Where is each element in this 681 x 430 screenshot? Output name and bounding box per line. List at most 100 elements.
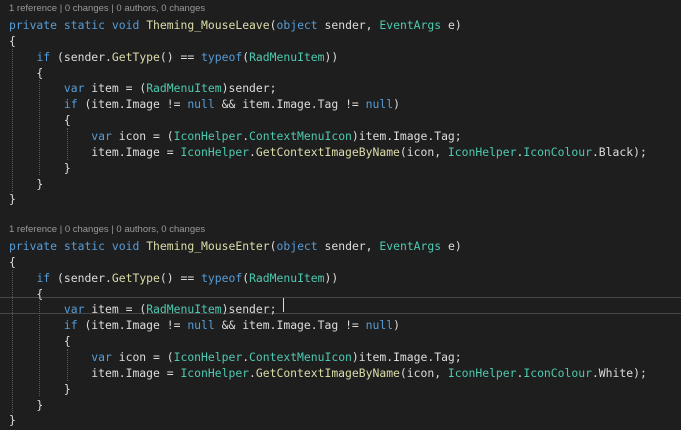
code-line[interactable]: if (item.Image != null && item.Image.Tag… [9, 96, 681, 112]
code-text: { [9, 286, 44, 301]
keyword-token: private [9, 239, 58, 253]
code-line[interactable]: } [9, 412, 681, 428]
code-line[interactable]: } [9, 160, 681, 176]
code-text: (icon, [399, 365, 448, 380]
code-line[interactable]: private static void Theming_MouseLeave(o… [9, 17, 681, 33]
code-text: )sender; [221, 81, 277, 96]
code-line[interactable]: { [9, 333, 681, 349]
code-text: .Black); [591, 144, 647, 159]
code-line[interactable]: } [9, 191, 681, 207]
code-text: ( [269, 18, 277, 32]
keyword-token: null [187, 97, 215, 112]
code-line[interactable]: if (item.Image != null && item.Image.Tag… [9, 317, 681, 333]
codelens-bar: 1 reference | 0 changes | 0 authors, 0 c… [9, 223, 681, 237]
code-text: (item.Image != [77, 318, 188, 333]
method-token: Theming_MouseLeave [146, 18, 270, 32]
code-line[interactable]: if (sender.GetType() == typeof(RadMenuIt… [9, 49, 681, 65]
keyword-token: typeof [201, 270, 243, 285]
type-token: IconHelper [173, 349, 243, 364]
type-token: RadMenuItem [249, 270, 325, 285]
code-text: )sender; [221, 302, 277, 317]
code-text: ( [269, 239, 277, 253]
code-text: ) [393, 318, 400, 333]
keyword-token: static [63, 18, 106, 32]
indent-guide [67, 349, 68, 381]
code-line[interactable]: var item = (RadMenuItem)sender; [9, 301, 681, 317]
keyword-token: var [91, 349, 112, 364]
code-text: () == [159, 49, 202, 64]
code-text: )) [324, 270, 339, 285]
keyword-token: object [276, 18, 318, 32]
type-token: IconColour [523, 365, 592, 380]
keyword-token: null [365, 97, 394, 112]
codelens-references[interactable]: 1 reference [9, 3, 57, 14]
codelens-authors[interactable]: 0 authors, 0 changes [116, 224, 205, 235]
type-token: RadMenuItem [146, 302, 222, 317]
keyword-token: void [111, 18, 140, 32]
code-line[interactable]: } [9, 381, 681, 397]
type-token: IconHelper [447, 365, 517, 380]
code-line[interactable]: var item = (RadMenuItem)sender; [9, 80, 681, 96]
code-line[interactable]: var icon = (IconHelper.ContextMenuIcon)i… [9, 349, 681, 365]
keyword-token: object [276, 239, 318, 253]
code-line[interactable]: } [9, 176, 681, 192]
code-text: . [249, 144, 256, 159]
code-text: (sender. [50, 270, 112, 285]
code-text: { [9, 33, 16, 48]
code-text: && item.Image.Tag != [214, 318, 366, 333]
keyword-token: if [36, 49, 51, 64]
code-line[interactable]: } [9, 397, 681, 413]
code-text: sender, [317, 239, 380, 253]
codelens-changes[interactable]: 0 changes [65, 3, 109, 14]
code-text: (icon, [399, 144, 448, 159]
code-editor[interactable]: 1 reference | 0 changes | 0 authors, 0 c… [0, 0, 681, 430]
code-text: (item.Image != [77, 97, 188, 112]
keyword-token: typeof [201, 49, 243, 64]
keyword-token: static [63, 239, 106, 253]
method-token: GetType [111, 270, 160, 285]
code-text: icon = ( [111, 349, 174, 364]
type-token: IconColour [523, 144, 592, 159]
code-line[interactable]: { [9, 65, 681, 81]
method-token: GetContextImageByName [255, 144, 400, 159]
code-line[interactable]: { [9, 286, 681, 302]
keyword-token: var [63, 302, 85, 317]
type-token: IconHelper [180, 365, 250, 380]
code-text: item = ( [84, 81, 147, 96]
code-line[interactable]: var icon = (IconHelper.ContextMenuIcon)i… [9, 128, 681, 144]
indent-guide [39, 301, 40, 396]
code-text: .White); [591, 365, 647, 380]
codelens-changes[interactable]: 0 changes [65, 224, 109, 235]
code-text: } [9, 192, 16, 207]
code-line[interactable]: private static void Theming_MouseEnter(o… [9, 238, 681, 254]
code-text: { [9, 65, 44, 80]
code-line[interactable]: { [9, 112, 681, 128]
codelens-references[interactable]: 1 reference [9, 224, 57, 235]
code-line[interactable]: { [9, 254, 681, 270]
keyword-token: if [36, 270, 51, 285]
code-text: } [9, 413, 16, 428]
type-token: ContextMenuIcon [249, 128, 352, 143]
codelens-bar: 1 reference | 0 changes | 0 authors, 0 c… [9, 2, 681, 16]
keyword-token: var [63, 81, 85, 96]
codelens-authors[interactable]: 0 authors, 0 changes [116, 3, 205, 14]
indent-guide [12, 49, 13, 192]
code-line[interactable]: if (sender.GetType() == typeof(RadMenuIt… [9, 270, 681, 286]
type-token: ContextMenuIcon [249, 349, 352, 364]
code-text: && item.Image.Tag != [214, 97, 366, 112]
code-line[interactable]: item.Image = IconHelper.GetContextImageB… [9, 365, 681, 381]
indent-guide [12, 270, 13, 413]
code-line[interactable]: { [9, 33, 681, 49]
code-text: } [9, 176, 44, 191]
codelens-separator: | [57, 224, 65, 235]
code-line[interactable]: item.Image = IconHelper.GetContextImageB… [9, 144, 681, 160]
code-text: (sender. [50, 49, 112, 64]
